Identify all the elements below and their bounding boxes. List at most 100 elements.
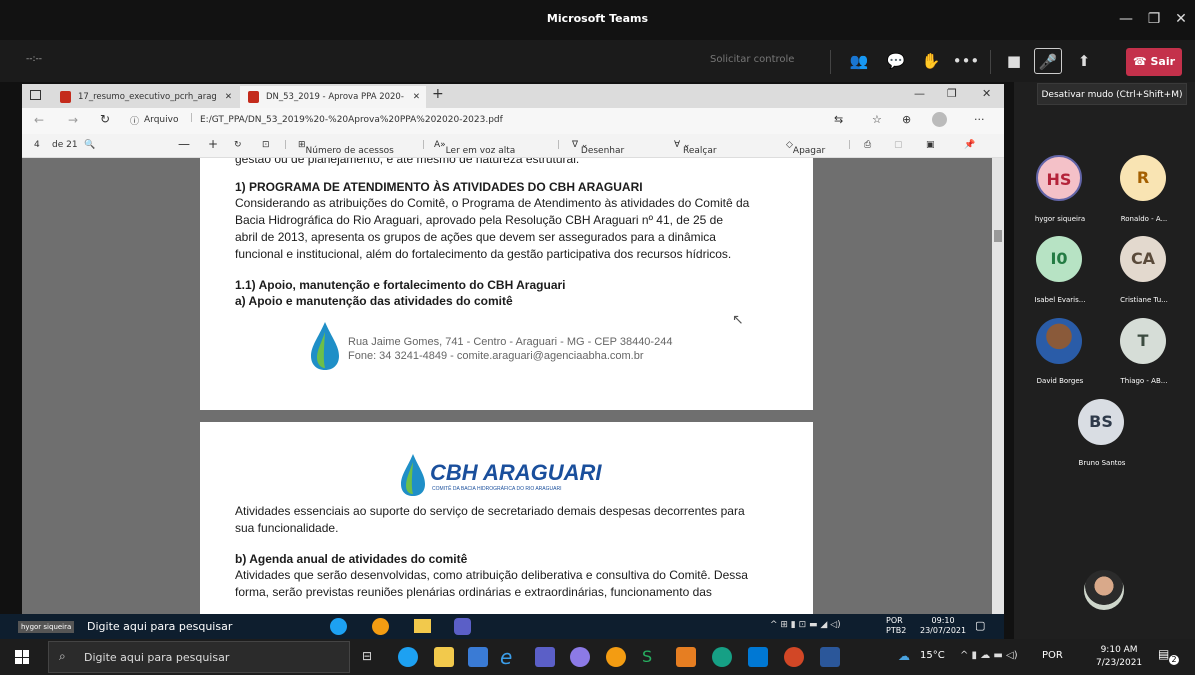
mic-muted-icon[interactable]: 🎤: [1034, 48, 1062, 74]
taskbar-clock[interactable]: 9:10 AM 7/23/2021: [1096, 644, 1142, 670]
minimize-icon[interactable]: —: [1115, 8, 1137, 30]
task-view-icon[interactable]: ⊟: [362, 649, 372, 663]
pin-toolbar-icon[interactable]: 📌: [964, 140, 975, 150]
participant-name: Isabel Evaris...: [1034, 296, 1086, 304]
camera-off-icon[interactable]: ■: [1000, 48, 1028, 74]
maximize-icon[interactable]: ❐: [1143, 8, 1165, 30]
paragraph-line: Atividades essenciais ao suporte do serv…: [235, 504, 745, 518]
participant-name: Bruno Santos: [1078, 459, 1126, 467]
language-indicator[interactable]: POR: [1042, 650, 1063, 661]
teams-taskbar-icon[interactable]: [535, 647, 555, 667]
close-icon[interactable]: ✕: [1170, 8, 1192, 30]
system-tray-icons[interactable]: ^ ▮ ☁ ▬ ◁): [960, 650, 1018, 661]
self-video-avatar[interactable]: [1084, 570, 1124, 610]
participants-icon[interactable]: 👥: [845, 48, 873, 74]
read-aloud-icon[interactable]: ⇆: [834, 113, 843, 126]
pdf-page-5: CBH ARAGUARI COMITÊ DA BACIA HIDROGRÁFIC…: [200, 422, 813, 614]
mouse-cursor-icon: ↖: [732, 312, 744, 328]
windows-start-icon[interactable]: [15, 650, 29, 664]
subheading-b: b) Agenda anual de atividades do comitê: [235, 552, 468, 566]
weather-icon[interactable]: ☁: [898, 649, 910, 663]
notification-center-icon[interactable]: ▤ 2: [1158, 647, 1180, 667]
paragraph-line: Atividades que serão desenvolvidas, como…: [235, 568, 748, 582]
window-title: Microsoft Teams: [546, 12, 649, 25]
paragraph-line: abril de 2013, apresenta os grupos de aç…: [235, 230, 716, 244]
chrome-taskbar-icon[interactable]: [606, 647, 626, 667]
teams-title-bar: Microsoft Teams — ❐ ✕: [0, 0, 1195, 40]
participant-panel: HS R hygor siqueira Ronaldo - A... I0 CA…: [1014, 82, 1195, 639]
scrollbar-thumb[interactable]: [994, 230, 1002, 242]
ie-taskbar-icon[interactable]: e: [500, 645, 512, 669]
store-taskbar-icon[interactable]: [468, 647, 488, 667]
leave-call-button[interactable]: ☎ Sair: [1126, 48, 1182, 76]
avatar-david-photo[interactable]: [1036, 318, 1082, 364]
avatar-bs[interactable]: BS: [1078, 399, 1124, 445]
collections-icon[interactable]: ⊕: [902, 113, 911, 126]
taskbar-search-box[interactable]: ⌕ Digite aqui para pesquisar: [48, 641, 350, 673]
inner-notification-icon: ▢: [975, 619, 986, 632]
highlight-button[interactable]: ∀ Realçar ⌄: [674, 140, 717, 156]
rotate-icon[interactable]: ↻: [234, 140, 242, 150]
powerpoint-taskbar-icon[interactable]: [784, 647, 804, 667]
pdf-scrollbar[interactable]: [992, 158, 1004, 614]
shared-taskbar: hygor siqueira Digite aqui para pesquisa…: [0, 614, 1004, 639]
profile-avatar[interactable]: [932, 112, 947, 127]
access-button[interactable]: ⊞ Número de acessos: [298, 140, 394, 156]
chat-icon[interactable]: 💬: [882, 48, 910, 74]
page-number-input[interactable]: 4: [34, 140, 40, 150]
search-icon[interactable]: 🔍: [84, 140, 95, 150]
save-as-icon[interactable]: ▣: [926, 140, 935, 150]
tab-resumo[interactable]: 17_resumo_executivo_pcrh_arag ✕: [52, 86, 238, 108]
paragraph-line: forma, serão previstas reuniões plenária…: [235, 585, 712, 599]
skype-taskbar-icon[interactable]: S: [642, 647, 652, 666]
weather-temp[interactable]: 15°C: [920, 650, 945, 661]
tab-dn53[interactable]: DN_53_2019 - Aprova PPA 2020- ✕: [240, 86, 426, 108]
zoom-in-icon[interactable]: +: [208, 137, 218, 151]
url-input[interactable]: E:/GT_PPA/DN_53_2019%20-%20Aprova%20PPA%…: [200, 115, 503, 125]
avatar-t[interactable]: T: [1120, 318, 1166, 364]
mute-tooltip: Desativar mudo (Ctrl+Shift+M): [1037, 83, 1187, 105]
explorer-taskbar-icon[interactable]: [434, 647, 454, 667]
more-options-icon[interactable]: •••: [952, 48, 980, 74]
tab-actions-icon[interactable]: [30, 90, 41, 100]
print-icon[interactable]: ⎙: [864, 140, 871, 150]
participant-name: Thiago - AB...: [1120, 377, 1168, 385]
forward-icon[interactable]: →: [68, 113, 78, 127]
paragraph-line: sua funcionalidade.: [235, 521, 339, 535]
read-aloud-button[interactable]: A» Ler em voz alta: [434, 140, 515, 156]
save-icon[interactable]: ▢: [894, 140, 903, 150]
browser-minimize-icon[interactable]: —: [914, 87, 925, 100]
pdf-viewport: gestão ou de planejamento, e até mesmo d…: [22, 158, 1004, 614]
address-prefix: Arquivo: [144, 115, 179, 125]
erase-button[interactable]: ◇ Apagar: [786, 140, 825, 156]
avatar-ca[interactable]: CA: [1120, 236, 1166, 282]
browser-restore-icon[interactable]: ❐: [947, 87, 957, 100]
browser-close-icon[interactable]: ✕: [982, 87, 991, 100]
avatar-hs[interactable]: HS: [1036, 155, 1082, 201]
zoom-out-icon[interactable]: —: [178, 137, 190, 151]
new-tab-icon[interactable]: +: [432, 86, 444, 102]
app-taskbar-icon[interactable]: [570, 647, 590, 667]
draw-button[interactable]: ∇ Desenhar ⌄: [572, 140, 624, 156]
word-taskbar-icon[interactable]: [820, 647, 840, 667]
subheading-a: a) Apoio e manutenção das atividades do …: [235, 294, 513, 308]
app2-taskbar-icon[interactable]: [676, 647, 696, 667]
edge-taskbar-icon[interactable]: [398, 647, 418, 667]
share-tray-icon[interactable]: ⬆: [1070, 48, 1098, 74]
outlook-taskbar-icon[interactable]: [748, 647, 768, 667]
participant-name: Ronaldo - A...: [1120, 215, 1168, 223]
paint-taskbar-icon[interactable]: [712, 647, 732, 667]
paragraph-line: Bacia Hidrográfica do Rio Araguari, apro…: [235, 213, 724, 227]
browser-menu-icon[interactable]: ···: [974, 113, 985, 126]
request-control-button[interactable]: Solicitar controle: [710, 54, 794, 65]
avatar-r[interactable]: R: [1120, 155, 1166, 201]
fit-page-icon[interactable]: ⊡: [262, 140, 270, 150]
back-icon[interactable]: ←: [34, 113, 44, 127]
favorites-icon[interactable]: ☆: [872, 113, 882, 126]
footer-contact: Fone: 34 3241-4849 - comite.araguari@age…: [348, 350, 644, 362]
refresh-icon[interactable]: ↻: [100, 112, 110, 126]
avatar-io[interactable]: I0: [1036, 236, 1082, 282]
reactions-icon[interactable]: ✋: [917, 48, 945, 74]
doc-text-cut: gestão ou de planejamento, e até mesmo d…: [235, 158, 580, 166]
pdf-toolbar: 4 de 21 🔍 — + ↻ ⊡ | ⊞ Número de acessos …: [22, 134, 1004, 158]
